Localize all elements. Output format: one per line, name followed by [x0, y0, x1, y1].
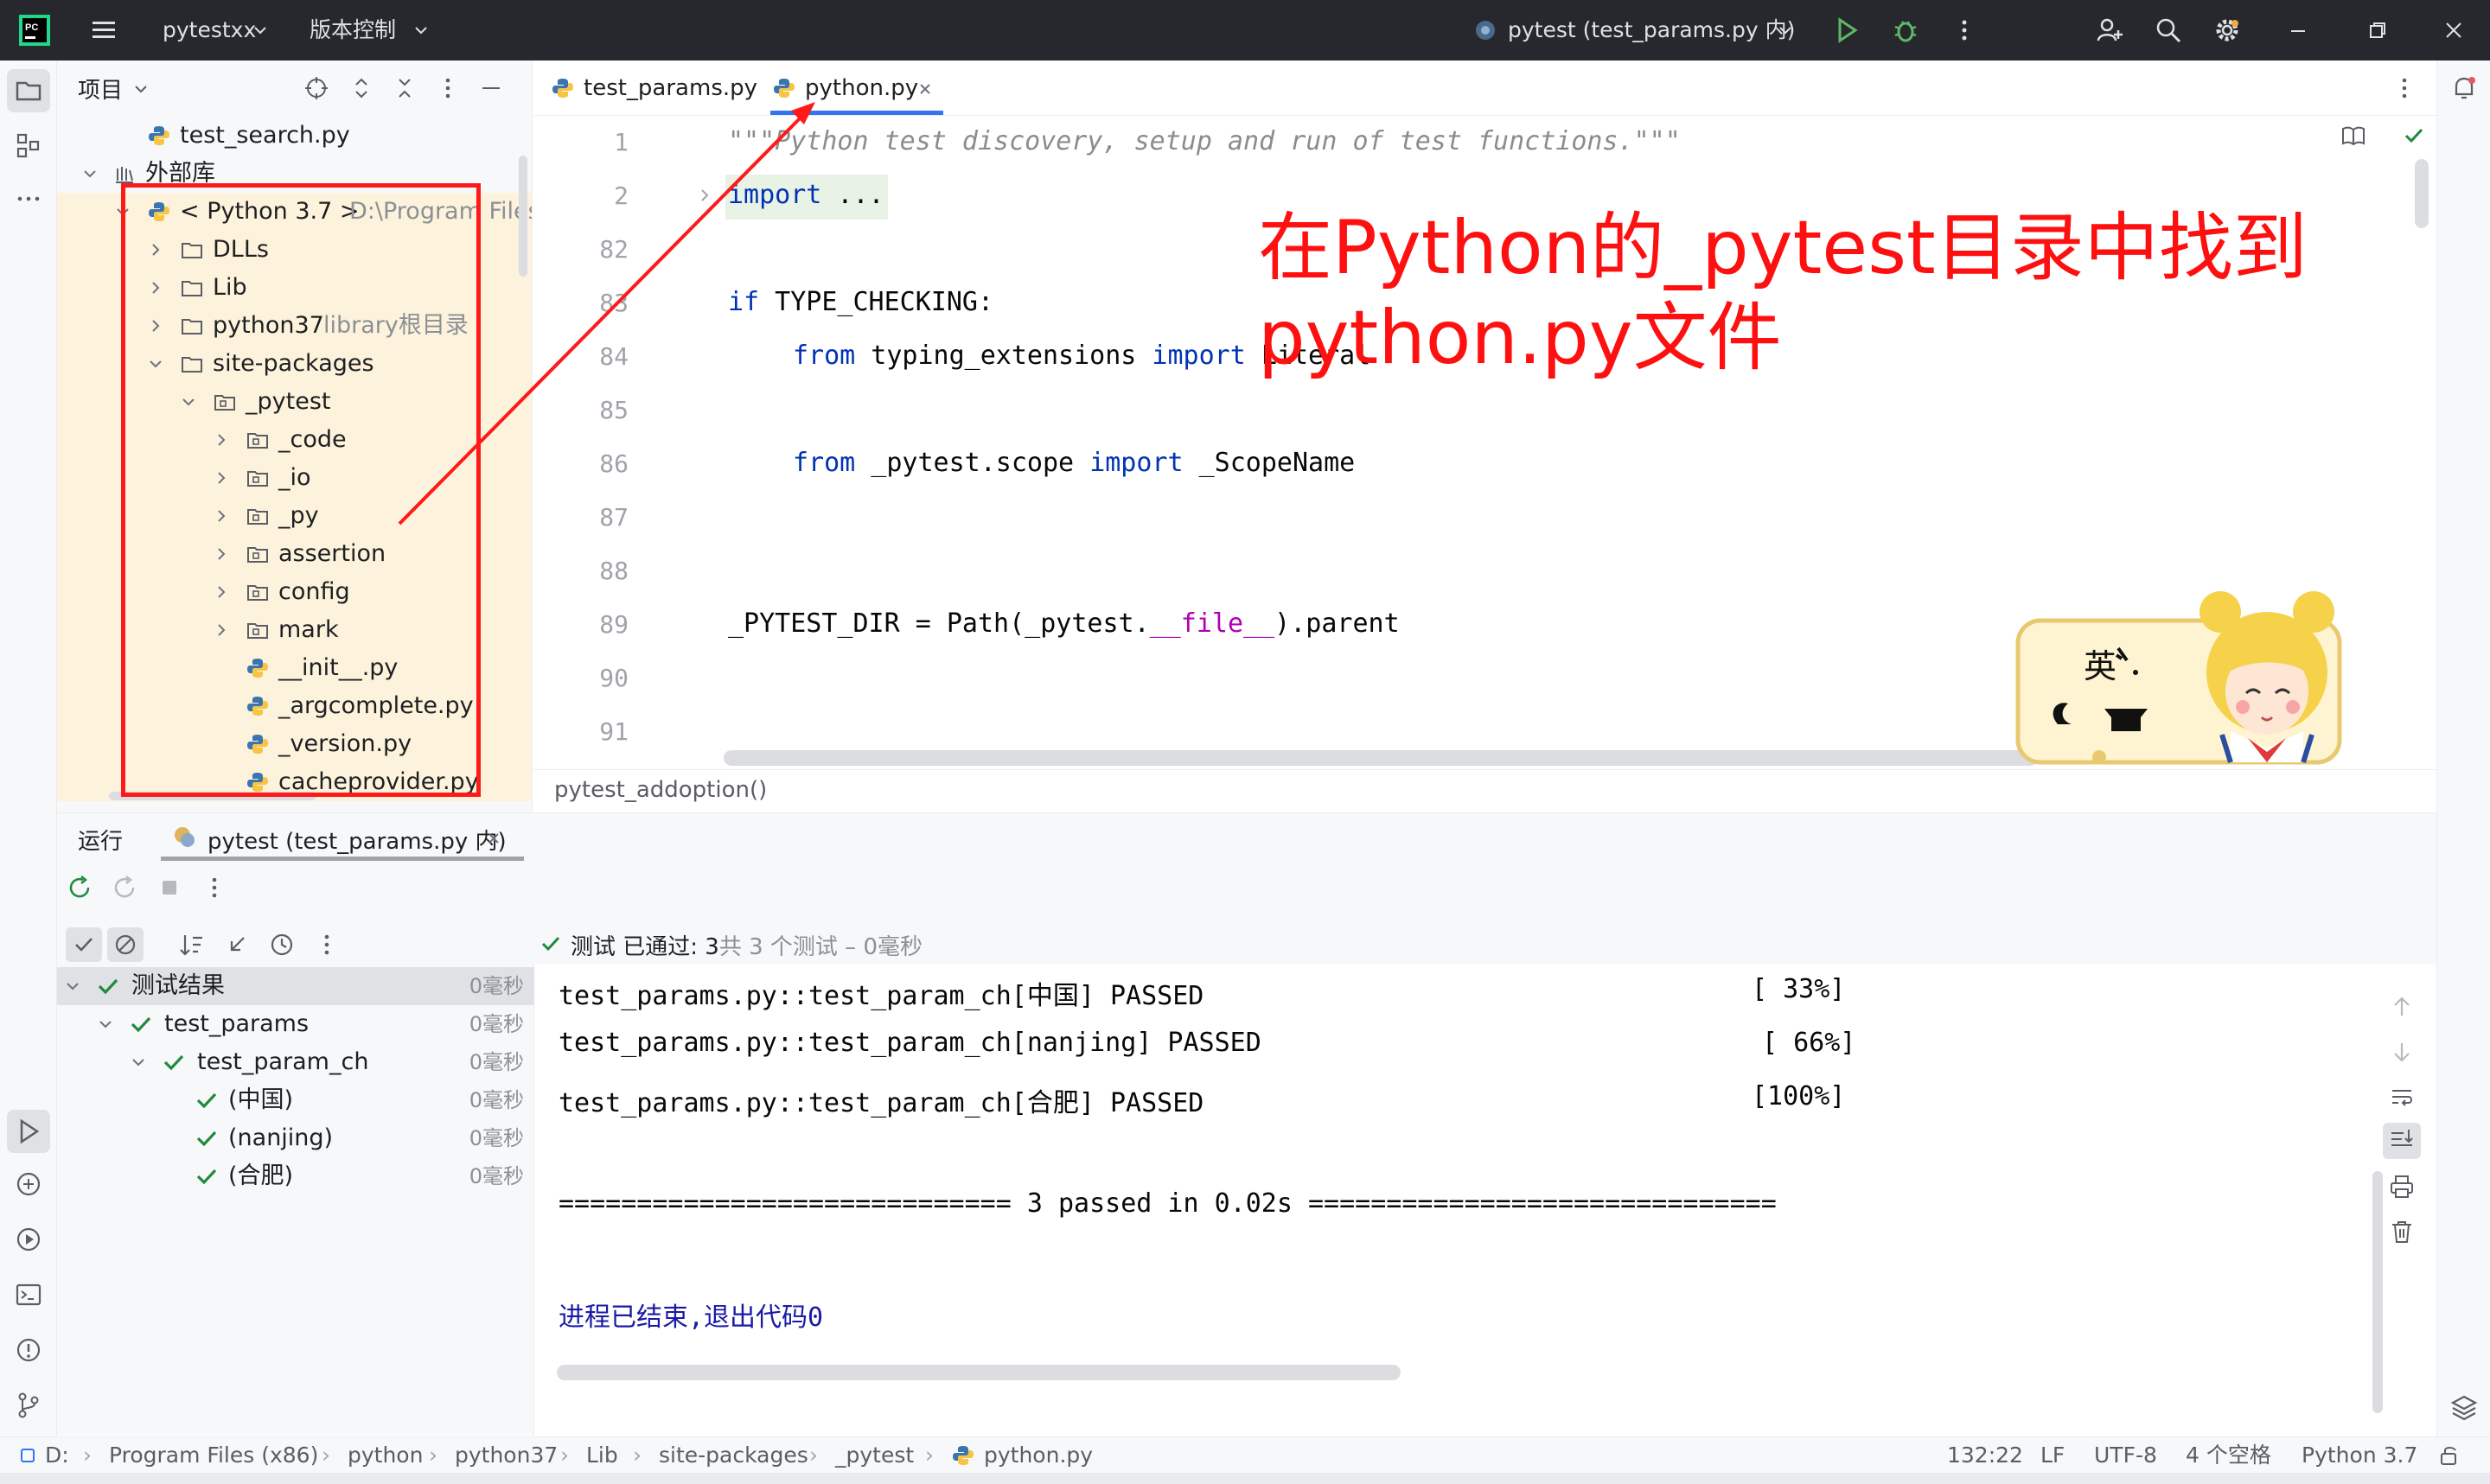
annotation-line-1: 在Python的_pytest目录中找到 [1258, 205, 2308, 291]
annotation-line-2: python.py文件 [1258, 295, 1782, 381]
annotation-text: 在Python的_pytest目录中找到 python.py文件 [1258, 203, 2308, 383]
ime-sticker-widget: 英 [2014, 579, 2343, 769]
sticker-char: 英 [2084, 647, 2117, 685]
